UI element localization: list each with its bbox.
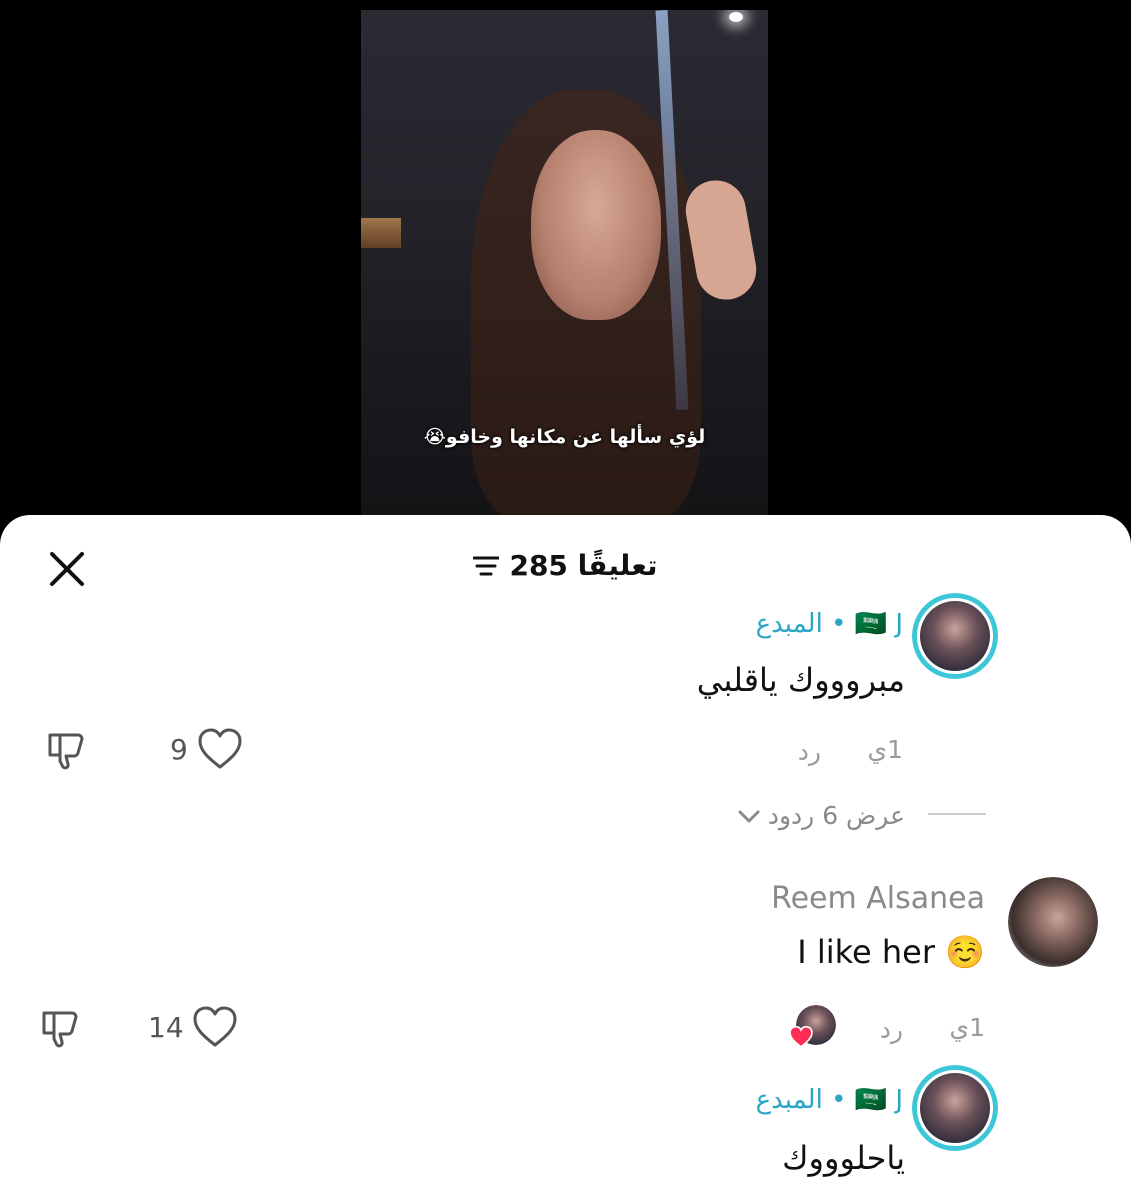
comments-title[interactable]: تعليقًا 285 — [0, 549, 1131, 584]
like-button[interactable] — [197, 727, 243, 775]
comments-sheet: تعليقًا 285 🇸🇦 J • المبدع مبروووك ياقلبي… — [0, 515, 1131, 1200]
reply-button[interactable]: رد — [880, 1015, 903, 1044]
saudi-flag-icon: 🇸🇦 — [854, 1085, 888, 1115]
avatar[interactable] — [912, 593, 998, 679]
chevron-down-icon — [738, 810, 760, 823]
video-player[interactable]: لؤي سألها عن مكانها وخافو😭 — [361, 10, 768, 515]
comment-text: مبروووك ياقلبي — [696, 661, 905, 699]
comment-author[interactable]: Reem Alsanea — [771, 881, 985, 916]
dislike-button[interactable] — [44, 727, 90, 777]
video-caption: لؤي سألها عن مكانها وخافو😭 — [423, 426, 706, 448]
filter-icon[interactable] — [472, 551, 500, 584]
heart-icon — [198, 728, 242, 769]
comment-text: ياحلوووك — [782, 1139, 905, 1177]
video-subject-face — [531, 130, 661, 320]
comment-author[interactable]: 🇸🇦 J • المبدع — [756, 1085, 903, 1115]
comment-time: 1ي — [949, 1013, 985, 1042]
comment-author[interactable]: 🇸🇦 J • المبدع — [756, 609, 903, 639]
avatar[interactable] — [1008, 877, 1098, 967]
creator-heart-icon — [788, 1025, 814, 1053]
like-button[interactable] — [192, 1005, 238, 1053]
heart-icon — [193, 1006, 237, 1047]
saudi-flag-icon: 🇸🇦 — [854, 609, 888, 639]
comments-count: 285 — [509, 549, 568, 582]
like-count: 14 — [148, 1011, 184, 1044]
thumbs-down-icon — [48, 733, 84, 770]
comments-label: تعليقًا — [577, 549, 658, 582]
comment-text: I like her ☺️ — [797, 933, 985, 971]
avatar[interactable] — [912, 1065, 998, 1151]
video-street-light — [729, 12, 743, 22]
thumbs-down-icon — [42, 1011, 78, 1048]
like-count: 9 — [170, 733, 188, 766]
view-replies-button[interactable]: عرض 6 ردود — [738, 801, 905, 830]
dislike-button[interactable] — [38, 1005, 84, 1055]
comment-time: 1ي — [867, 735, 903, 764]
video-background — [361, 218, 401, 248]
reply-button[interactable]: رد — [798, 737, 821, 766]
replies-divider — [928, 813, 986, 815]
